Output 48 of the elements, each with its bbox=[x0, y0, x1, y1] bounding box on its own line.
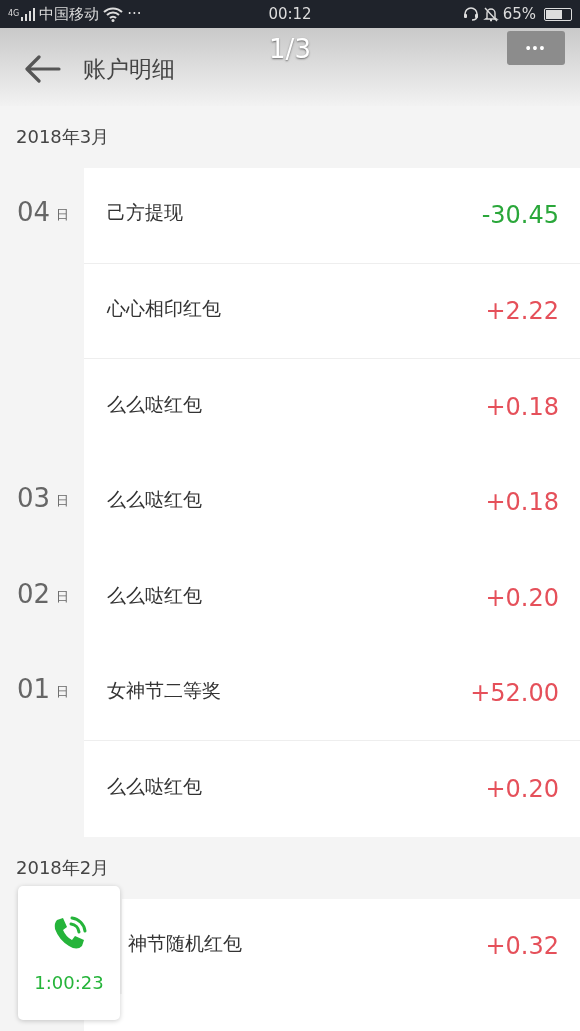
transaction-row[interactable]: 己方提现 -30.45 bbox=[84, 168, 580, 264]
month-heading: 2018年2月 bbox=[15, 855, 111, 880]
battery-icon bbox=[544, 7, 572, 21]
transaction-name: 心心相印红包 bbox=[107, 295, 221, 321]
transaction-amount: +0.32 bbox=[485, 932, 559, 961]
transaction-row[interactable]: 心心相印红包 +2.22 bbox=[84, 263, 580, 359]
transaction-amount: +2.22 bbox=[485, 296, 559, 325]
battery-percent: 65% bbox=[502, 5, 536, 23]
network-type: 4G bbox=[8, 8, 20, 18]
headset-icon bbox=[462, 6, 479, 22]
transaction-row[interactable]: 么么哒红包 +0.20 bbox=[84, 741, 580, 837]
page-counter: 1/3 bbox=[269, 34, 311, 64]
day-number: 02 bbox=[17, 578, 51, 609]
transaction-row[interactable]: 么么哒红包 +0.18 bbox=[84, 359, 580, 455]
carrier-name: 中国移动 bbox=[39, 4, 100, 24]
transaction-row[interactable]: 女神节二等奖 +52.00 bbox=[84, 645, 580, 741]
transaction-row[interactable]: 么么哒红包 +0.20 bbox=[84, 550, 580, 646]
month-heading: 2018年3月 bbox=[15, 125, 111, 149]
day-unit: 日 bbox=[56, 587, 70, 606]
transaction-name: 己方提现 bbox=[107, 200, 183, 226]
muted-bell-icon bbox=[482, 6, 499, 22]
transaction-amount: +52.00 bbox=[470, 678, 559, 707]
transaction-row[interactable]: 么么哒红包 +0.18 bbox=[84, 454, 580, 550]
transaction-name: 么么哒红包 bbox=[107, 391, 202, 417]
wifi-icon bbox=[103, 6, 124, 22]
transaction-amount: +0.18 bbox=[485, 392, 559, 421]
transaction-name: 么么哒红包 bbox=[107, 773, 202, 799]
transaction-name: 么么哒红包 bbox=[107, 582, 202, 608]
day-number: 01 bbox=[17, 674, 51, 704]
day-unit: 日 bbox=[56, 205, 70, 224]
clock: 00:12 bbox=[268, 5, 312, 23]
signal-icon bbox=[21, 7, 36, 21]
back-arrow-icon[interactable] bbox=[25, 55, 61, 83]
day-number: 03 bbox=[17, 483, 51, 513]
transaction-row[interactable]: 神节随机红包 +0.32 bbox=[122, 898, 580, 994]
day-unit: 日 bbox=[56, 492, 70, 510]
day-unit: 日 bbox=[56, 683, 70, 701]
more-status: ··· bbox=[127, 5, 142, 23]
transaction-name: 女神节二等奖 bbox=[107, 677, 221, 703]
day-number: 04 bbox=[17, 196, 51, 227]
transaction-name: 么么哒红包 bbox=[107, 487, 202, 513]
transaction-amount: +0.20 bbox=[485, 583, 559, 612]
page-title: 账户明细 bbox=[83, 54, 175, 84]
call-duration: 1:00:23 bbox=[34, 971, 104, 993]
transaction-amount: -30.45 bbox=[481, 201, 559, 230]
transaction-amount: +0.18 bbox=[485, 488, 559, 517]
transaction-name: 神节随机红包 bbox=[128, 931, 242, 957]
transaction-amount: +0.20 bbox=[485, 774, 559, 803]
